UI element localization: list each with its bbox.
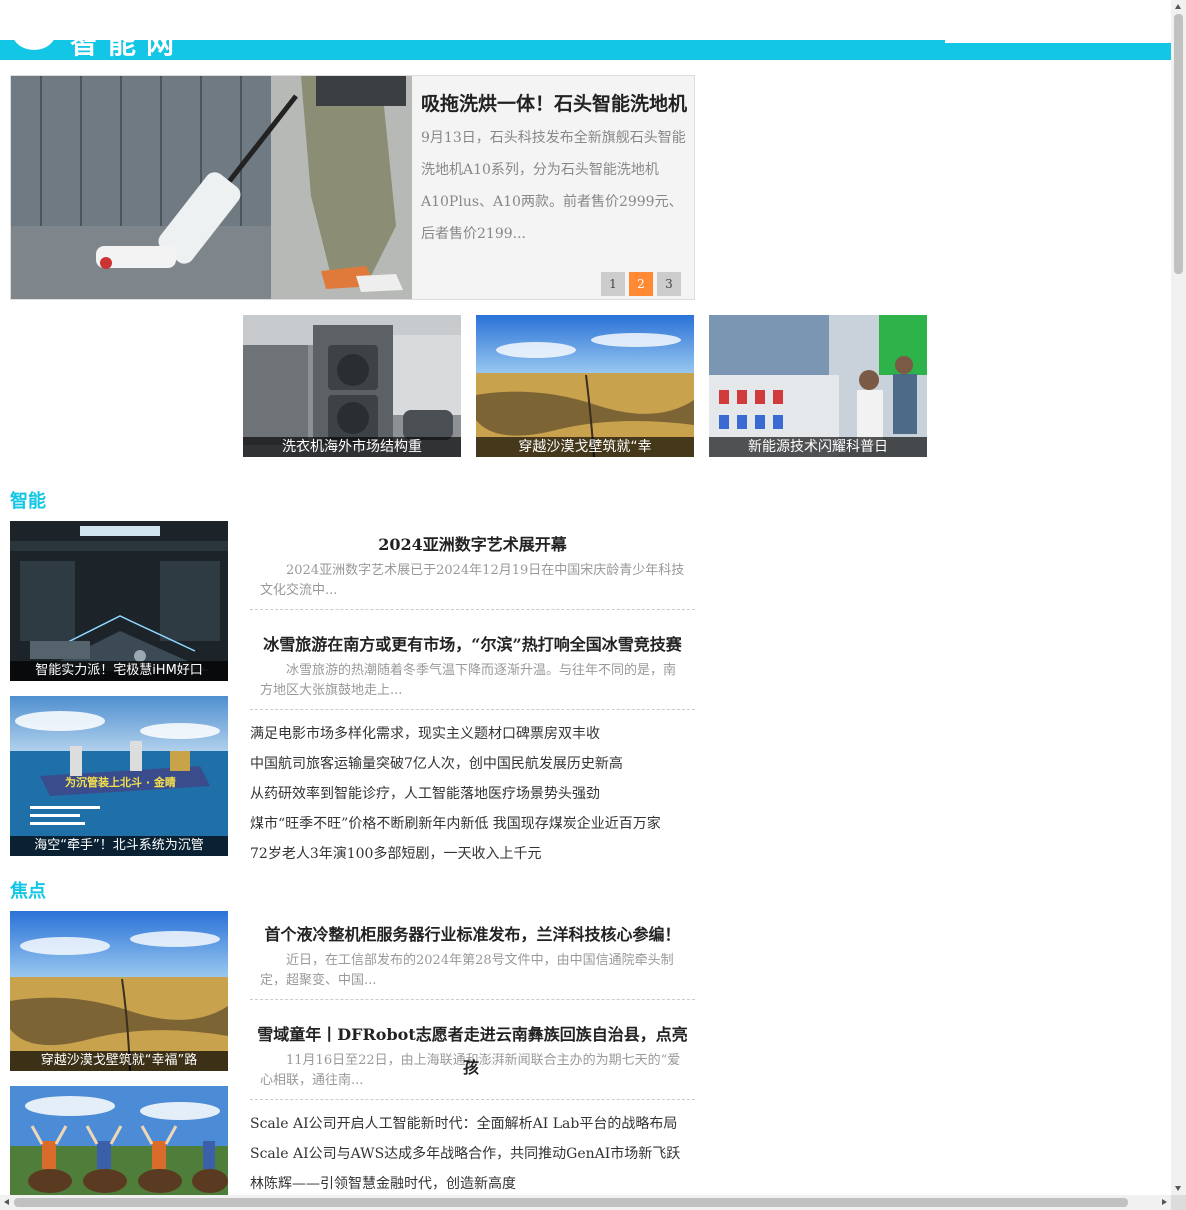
thumb-caption[interactable]: 智能实力派！宅极慧iHM好口 bbox=[10, 661, 228, 681]
pager-button-1[interactable]: 1 bbox=[601, 272, 625, 296]
list-item[interactable]: 中国航司旅客运输量突破7亿人次，创中国民航发展历史新高 bbox=[250, 749, 695, 779]
pager-button-3[interactable]: 3 bbox=[657, 272, 681, 296]
search-box-edge[interactable] bbox=[945, 40, 1171, 43]
horizontal-scrollbar[interactable] bbox=[0, 1195, 1171, 1210]
feature-description: 2024亚洲数字艺术展已于2024年12月19日在中国宋庆龄青少年科技文化交流中… bbox=[260, 563, 685, 598]
feature-title[interactable]: 雪域童年丨DFRobot志愿者走进云南彝族回族自治县，点亮 bbox=[250, 1023, 695, 1047]
feature-article: 2024亚洲数字艺术展开幕 2024亚洲数字艺术展已于2024年12月19日在中… bbox=[250, 533, 695, 610]
list-item[interactable]: 煤市“旺季不旺”价格不断刷新年内新低 我国现存煤炭企业近百万家 bbox=[250, 809, 695, 839]
smart-home-photo-icon bbox=[10, 521, 228, 681]
slide-title[interactable]: 吸拖洗烘一体！石头智能洗地机 bbox=[421, 90, 691, 118]
tile-caption[interactable]: 洗衣机海外市场结构重 bbox=[243, 437, 461, 457]
feature-title[interactable]: 冰雪旅游在南方或更有市场，“尔滨”热打响全国冰雪竞技赛 bbox=[250, 633, 695, 657]
list-item[interactable]: 满足电影市场多样化需求，现实主义题材口碑票房双丰收 bbox=[250, 719, 695, 749]
thumb-caption[interactable]: 海空“牵手”！北斗系统为沉管 bbox=[10, 836, 228, 856]
site-logo-text[interactable]: 智能网 bbox=[70, 40, 184, 60]
tile-laundry[interactable]: 洗衣机海外市场结构重 bbox=[243, 315, 461, 457]
list-item[interactable]: 72岁老人3年演100多部短剧，一天收入上千元 bbox=[250, 839, 695, 869]
horse-riders-photo-icon bbox=[10, 1086, 228, 1195]
floor-washer-photo-icon[interactable] bbox=[11, 76, 412, 299]
thumb-caption[interactable]: 穿越沙漠戈壁筑就“幸福”路 bbox=[10, 1051, 228, 1071]
list-item[interactable]: Scale AI公司开启人工智能新时代：全面解析AI Lab平台的战略布局 bbox=[250, 1109, 695, 1139]
feature-article: 冰雪旅游在南方或更有市场，“尔滨”热打响全国冰雪竞技赛 冰雪旅游的热潮随着冬季气… bbox=[250, 633, 695, 710]
laundry-room-photo-icon bbox=[243, 315, 461, 457]
tile-desert[interactable]: 穿越沙漠戈壁筑就“幸 bbox=[476, 315, 694, 457]
list-item[interactable]: Scale AI公司与AWS达成多年战略合作，共同推动GenAI市场新飞跃 bbox=[250, 1139, 695, 1169]
slider-pager: 1 2 3 bbox=[601, 272, 681, 296]
feature-title[interactable]: 首个液冷整机柜服务器行业标准发布，兰洋科技核心参编！ bbox=[250, 923, 695, 947]
scroll-up-icon[interactable] bbox=[1175, 4, 1181, 9]
top-white-area bbox=[0, 0, 1171, 40]
news-list: 满足电影市场多样化需求，现实主义题材口碑票房双丰收 中国航司旅客运输量突破7亿人… bbox=[250, 719, 695, 869]
pager-button-2[interactable]: 2 bbox=[629, 272, 653, 296]
scroll-left-icon[interactable] bbox=[4, 1199, 9, 1205]
desert-road-photo-icon bbox=[10, 911, 228, 1071]
section-title-focus[interactable]: 焦点 bbox=[10, 877, 46, 903]
scroll-right-icon[interactable] bbox=[1162, 1199, 1167, 1205]
scrollbar-corner bbox=[1171, 1195, 1186, 1210]
feature-article: 首个液冷整机柜服务器行业标准发布，兰洋科技核心参编！ 近日，在工信部发布的202… bbox=[250, 923, 695, 1000]
header-bar: 智能网 bbox=[0, 40, 1171, 60]
vertical-scroll-thumb[interactable] bbox=[1174, 14, 1183, 274]
desert-road-photo-icon bbox=[476, 315, 694, 457]
scroll-down-icon[interactable] bbox=[1175, 1186, 1181, 1191]
section-title-smart[interactable]: 智能 bbox=[10, 487, 46, 513]
logo-icon[interactable] bbox=[12, 40, 56, 50]
tile-caption[interactable]: 穿越沙漠戈壁筑就“幸 bbox=[476, 437, 694, 457]
section-thumb[interactable]: 智能实力派！宅极慧iHM好口 bbox=[10, 521, 228, 681]
headline-slider: 吸拖洗烘一体！石头智能洗地机 9月13日，石头科技发布全新旗舰石头智能洗地机A1… bbox=[10, 75, 695, 300]
section-thumb[interactable]: 为沉管装上北斗 · 金睛 海空“牵手”！北斗系统为沉管 bbox=[10, 696, 228, 856]
ship-sea-photo-icon: 为沉管装上北斗 · 金睛 bbox=[10, 696, 228, 856]
list-item[interactable]: 从药研效率到智能诊疗，人工智能落地医疗场景势头强劲 bbox=[250, 779, 695, 809]
tile-caption[interactable]: 新能源技术闪耀科普日 bbox=[709, 437, 927, 457]
feature-title[interactable]: 2024亚洲数字艺术展开幕 bbox=[250, 533, 695, 557]
horizontal-scroll-thumb[interactable] bbox=[14, 1198, 1128, 1207]
feature-title-overflow[interactable]: 孩 bbox=[463, 1054, 479, 1078]
tile-exhibition[interactable]: 新能源技术闪耀科普日 bbox=[709, 315, 927, 457]
section-thumb[interactable] bbox=[10, 1086, 228, 1195]
section-thumb[interactable]: 穿越沙漠戈壁筑就“幸福”路 bbox=[10, 911, 228, 1071]
svg-text:为沉管装上北斗 · 金睛: 为沉管装上北斗 · 金睛 bbox=[65, 775, 176, 789]
vertical-scrollbar[interactable] bbox=[1171, 0, 1186, 1195]
news-list: Scale AI公司开启人工智能新时代：全面解析AI Lab平台的战略布局 Sc… bbox=[250, 1109, 695, 1199]
feature-description: 近日，在工信部发布的2024年第28号文件中，由中国信通院牵头制定，超聚变、中国… bbox=[260, 953, 674, 988]
slide-description: 9月13日，石头科技发布全新旗舰石头智能洗地机A10系列，分为石头智能洗地机A1… bbox=[421, 130, 686, 242]
exhibition-photo-icon bbox=[709, 315, 927, 457]
feature-description: 冰雪旅游的热潮随着冬季气温下降而逐渐升温。与往年不同的是，南方地区大张旗鼓地走上… bbox=[260, 663, 677, 698]
